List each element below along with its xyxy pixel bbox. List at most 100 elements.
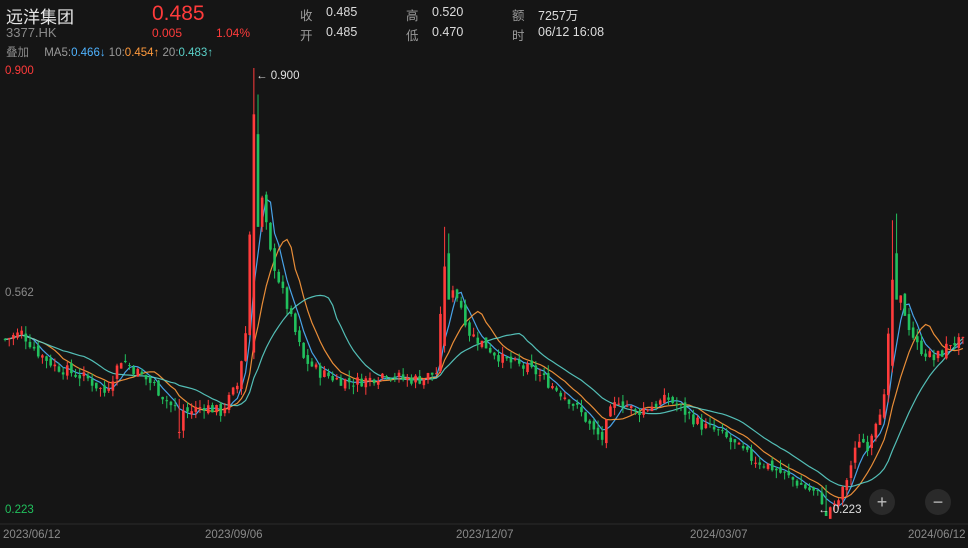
zoom-in-button[interactable]: + [869,489,895,515]
candle-body [493,352,496,356]
candle-body [708,423,712,425]
candle-body [596,427,600,435]
candle-body [53,364,57,367]
kline-svg[interactable]: ← 0.900 ← 0.223 0.900 0.562 0.223 2023/06/12… [0,60,968,543]
candle-body [198,407,202,409]
zoom-out-button[interactable]: − [925,489,951,515]
candle-body [949,345,952,347]
candle-body [555,387,558,391]
candle-body [795,480,799,486]
x-tick-label: 2023/09/06 [205,529,263,541]
candle-body [265,194,268,223]
overlay-button[interactable]: 叠加 [6,47,29,59]
candle-body [173,405,177,407]
candle-body [124,360,127,363]
kline-chart[interactable]: ← 0.900 ← 0.223 0.900 0.562 0.223 2023/06/12… [0,60,968,543]
candle-body [227,394,231,410]
candle-body [617,403,621,405]
candle-body [472,334,475,337]
candle-body [961,336,965,338]
candle-body [899,295,903,303]
candle-body [426,373,430,380]
candle-body [791,477,795,480]
candle-body [953,343,956,346]
candle-body [816,489,820,491]
candle-body [916,336,919,343]
candle-body [215,404,218,413]
candle-body [936,351,940,359]
ma10-arrow: ↑ [153,47,160,59]
candle-body [418,375,422,384]
close-value: 0.485 [326,5,358,19]
candle-body [654,403,658,408]
close-label: 收 [300,9,313,23]
y-tick-label: 0.223 [5,504,34,516]
candle-body [45,356,48,361]
candle-body [339,378,343,386]
candle-body [567,399,571,404]
candle-body [41,355,44,358]
candle-body [248,234,252,336]
candle-body [559,392,563,397]
candle-body [256,134,260,227]
candle-body [911,327,915,338]
candle-body [737,442,741,445]
candle-body [878,414,882,425]
candle-body [716,429,720,431]
candle-body [240,361,243,389]
candle-body [476,337,480,344]
candle-body [244,333,247,361]
ma5-arrow: ↓ [99,47,106,59]
candle-body [169,401,173,406]
candle-body [144,374,148,380]
candle-body [687,411,691,414]
candle-body [646,409,650,411]
candle-body [194,406,198,412]
candle-body [410,377,413,384]
axis-labels: 0.900 0.562 0.223 2023/06/12 2023/09/06 2023/… [3,65,966,541]
candle-body [318,365,322,378]
candle-body [368,377,372,381]
candle-body [360,378,363,387]
candle-body [605,419,608,444]
time-label: 时 [512,29,525,43]
candle-body [704,423,708,429]
x-tick-label: 2024/03/07 [690,529,748,541]
annotations: ← 0.900 ← 0.223 [256,70,861,516]
candle-body [538,374,542,376]
candle-body [99,387,102,389]
candle-body [347,378,351,383]
candle-body [252,114,256,353]
candle-body [845,480,849,491]
candle-body [613,402,616,408]
candle-body [277,271,281,283]
ma10-line [5,238,964,499]
high-value: 0.520 [432,5,464,19]
candle-body [94,382,98,389]
candle-body [376,380,380,385]
candle-body [161,396,164,400]
turnover-value: 7257万 [538,9,579,23]
candle-body [343,379,347,389]
candle-body [211,405,214,413]
candle-body [542,373,546,376]
candle-body [770,460,774,471]
candle-body [82,372,86,377]
candle-body [414,375,417,383]
max-annotation: ← 0.900 [256,70,299,82]
candles [3,68,965,519]
candle-body [393,376,397,378]
candle-body [849,465,853,478]
ma10-label: 10 [108,47,122,59]
candle-body [381,373,384,379]
candle-body [853,447,857,463]
candle-body [642,408,645,415]
candle-body [571,403,575,406]
candle-body [439,313,442,372]
candle-body [294,313,297,333]
candle-body [352,385,355,387]
candle-body [683,402,687,415]
candle-body [766,463,770,469]
candle-body [190,411,193,415]
candle-body [580,407,583,413]
